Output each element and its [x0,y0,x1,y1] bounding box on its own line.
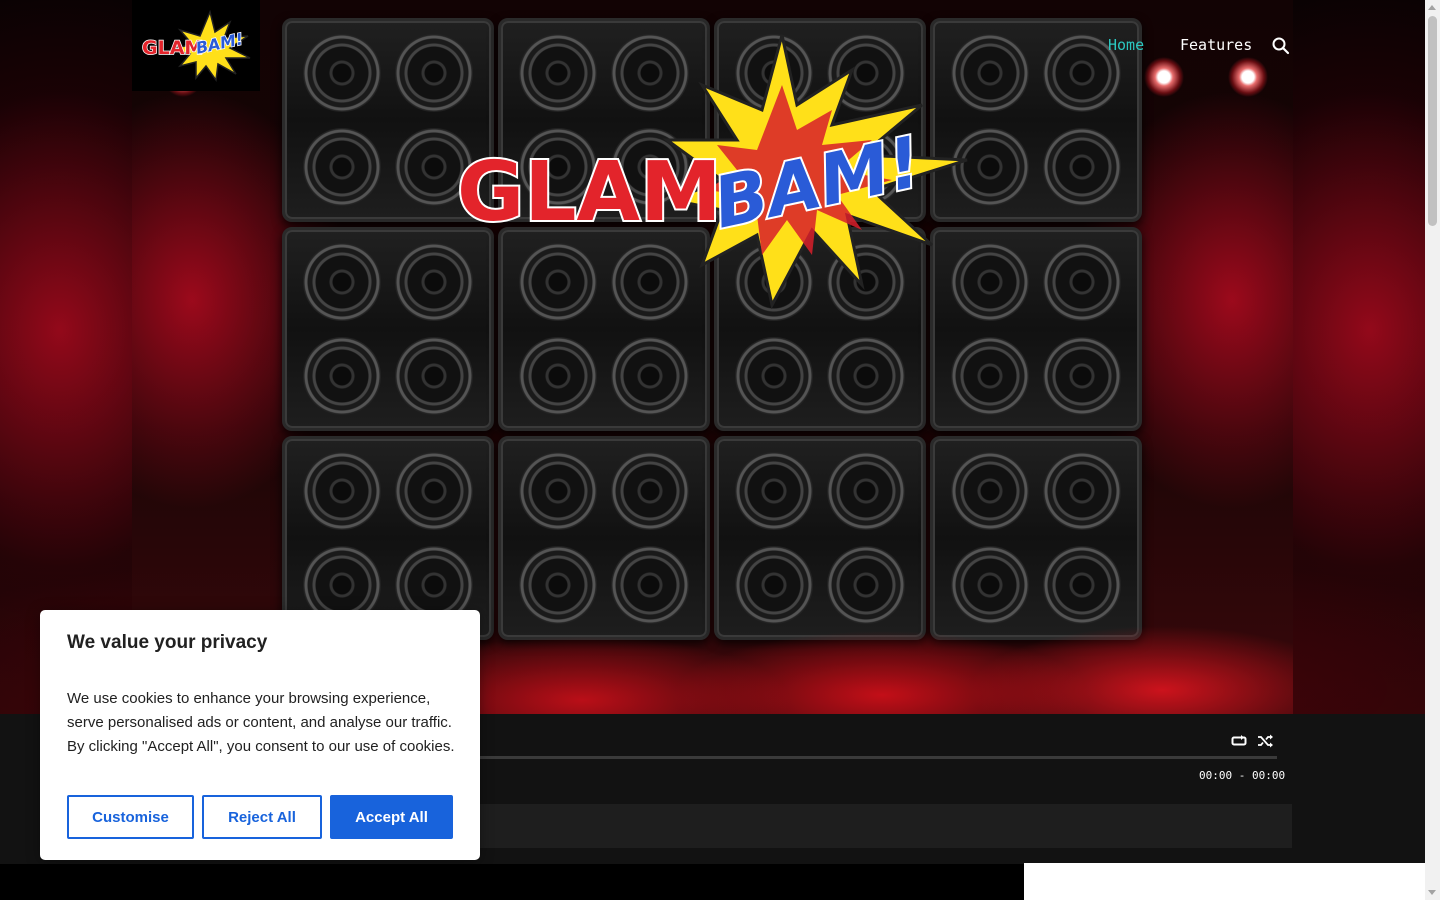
cookie-banner-actions: Customise Reject All Accept All [67,795,453,839]
hero-background: GLAM BAM! [0,0,1425,714]
site-logo[interactable]: GLAM BAM! [132,0,260,91]
nav-features-link[interactable]: Features [1180,36,1252,54]
scroll-down-arrow-icon[interactable] [1428,890,1436,895]
speaker-woofer [303,34,381,112]
content-panel [1024,863,1425,900]
shuffle-icon[interactable] [1257,734,1273,748]
page-scrollbar[interactable] [1425,0,1440,900]
speaker-woofer [303,243,381,321]
player-progress-bar[interactable] [472,756,1277,759]
speaker-woofer [303,452,381,530]
speaker-woofer [735,452,813,530]
player-time: 00:00 - 00:00 [1199,769,1286,782]
accept-all-button[interactable]: Accept All [330,795,453,839]
speaker-woofer [827,337,905,415]
stage-light [1144,57,1184,97]
speaker-woofer [611,337,689,415]
cookie-banner-title: We value your privacy [67,632,268,653]
player-controls [1231,734,1273,748]
speaker-woofer [303,128,381,206]
speaker-woofer [735,337,813,415]
speaker-woofer [1043,337,1121,415]
stage-light [1228,57,1268,97]
cookie-consent-banner: We value your privacy We use cookies to … [40,610,480,860]
speaker-woofer [1043,452,1121,530]
site-logo-image: GLAM BAM! [141,9,251,82]
page: GLAM BAM! GLAM BAM! Home Features 00:00 … [0,0,1440,900]
speaker-woofer [395,452,473,530]
nav-home-link[interactable]: Home [1108,36,1144,54]
hero-logo-glam: GLAM [457,145,722,240]
scroll-up-arrow-icon[interactable] [1428,5,1436,10]
speaker-woofer [519,337,597,415]
scroll-thumb[interactable] [1428,16,1437,226]
speaker-woofer [303,337,381,415]
speaker-woofer [395,337,473,415]
reject-all-button[interactable]: Reject All [202,795,322,839]
speaker-woofer [519,452,597,530]
speaker-woofer [827,452,905,530]
repeat-icon[interactable] [1231,734,1247,748]
player-track-bar [472,804,1292,848]
search-icon[interactable] [1271,36,1291,56]
glambam-hero-logo: GLAM BAM! [455,34,968,310]
customise-button[interactable]: Customise [67,795,194,839]
cookie-banner-text: We use cookies to enhance your browsing … [67,690,455,755]
speaker-woofer [951,337,1029,415]
speaker-woofer [951,452,1029,530]
speaker-woofer [1043,243,1121,321]
speaker-woofer [1043,128,1121,206]
speaker-woofer [611,452,689,530]
